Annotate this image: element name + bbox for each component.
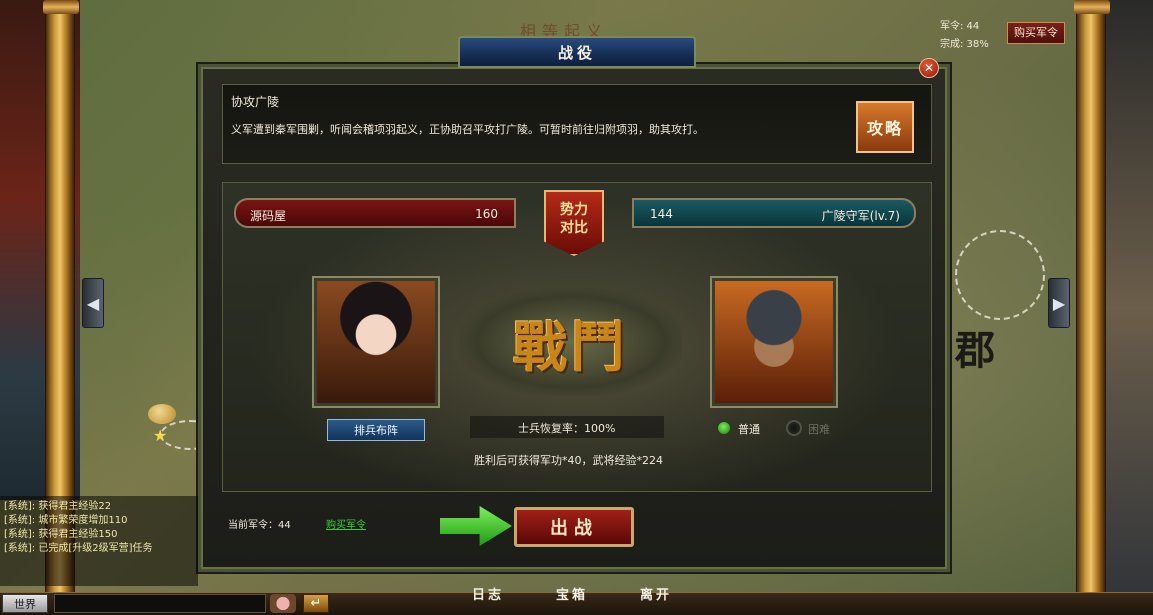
difficulty-hard-label: 困难 (808, 423, 830, 436)
send-icon[interactable]: ↵ (303, 594, 329, 613)
star-icon: ★ (153, 426, 168, 445)
player-power: 160 (475, 207, 498, 221)
menu-treasure[interactable]: 宝箱 (556, 584, 588, 603)
enemy-general-portrait (712, 278, 836, 406)
map-region-label: 郡 (955, 327, 995, 374)
command-count: 军令: 44 (940, 21, 980, 32)
clan-progress: 宗成: 38% (940, 39, 989, 50)
chat-line: [系统]: 获得君主经验150 (4, 529, 118, 540)
difficulty-hard-radio[interactable] (786, 420, 802, 436)
chat-line: [系统]: 获得君主经验22 (4, 501, 112, 512)
map-route (955, 230, 1045, 320)
dialog-title: 战役 (458, 36, 696, 68)
guide-button[interactable]: 攻略 (856, 101, 914, 153)
player-power-bar: 源码屋 160 (234, 198, 516, 228)
menu-daily[interactable]: 日志 (472, 584, 504, 603)
battle-emblem: 戰鬥 (460, 288, 682, 396)
difficulty-normal-label: 普通 (738, 423, 760, 436)
current-command: 当前军令：44 (228, 520, 291, 531)
map-city-node[interactable] (148, 404, 176, 424)
mission-description-panel: 协攻广陵 义军遭到秦军围剿，听闻会稽项羽起义，正协助召平攻打广陵。可暂时前往归附… (222, 84, 932, 164)
page-right-arrow-icon[interactable]: ▶ (1048, 278, 1070, 328)
enemy-name: 广陵守军(lv.7) (821, 209, 900, 223)
menu-leave[interactable]: 离开 (640, 584, 672, 603)
mission-title: 协攻广陵 (231, 95, 280, 109)
mission-description: 义军遭到秦军围剿，听闻会稽项羽起义，正协助召平攻打广陵。可暂时前往归附项羽，助其… (231, 123, 704, 136)
badge-line-2: 对比 (560, 220, 588, 236)
formation-button[interactable]: 排兵布阵 (327, 419, 425, 441)
fight-button[interactable]: 出战 (514, 507, 634, 547)
enemy-power: 144 (650, 207, 673, 221)
victory-reward: 胜利后可获得军功*40，武将经验*224 (474, 454, 663, 467)
emote-icon[interactable] (270, 594, 296, 613)
close-icon[interactable]: ✕ (919, 58, 939, 78)
chat-line: [系统]: 已完成[升级2级军营]任务 (4, 543, 153, 554)
right-pillar (1074, 0, 1110, 615)
system-chat-log: [系统]: 获得君主经验22 [系统]: 城市繁荣度增加110 [系统]: 获得… (0, 496, 198, 586)
buy-command-button[interactable]: 购买军令 (1007, 22, 1065, 44)
resource-hud: 军令: 44 宗成: 38% (940, 18, 989, 54)
badge-line-1: 势力 (560, 202, 588, 218)
player-general-portrait[interactable] (314, 278, 438, 406)
chat-channel-button[interactable]: 世界 (2, 594, 48, 613)
chat-line: [系统]: 城市繁荣度增加110 (4, 515, 128, 526)
chat-input[interactable] (54, 594, 266, 613)
difficulty-normal-radio[interactable] (716, 420, 732, 436)
soldier-recovery-rate: 士兵恢复率：100% (518, 422, 616, 435)
player-name: 源码屋 (250, 209, 287, 223)
enemy-power-bar: 144 广陵守军(lv.7) (632, 198, 916, 228)
page-left-arrow-icon[interactable]: ◀ (82, 278, 104, 328)
buy-command-link[interactable]: 购买军令 (326, 516, 366, 531)
